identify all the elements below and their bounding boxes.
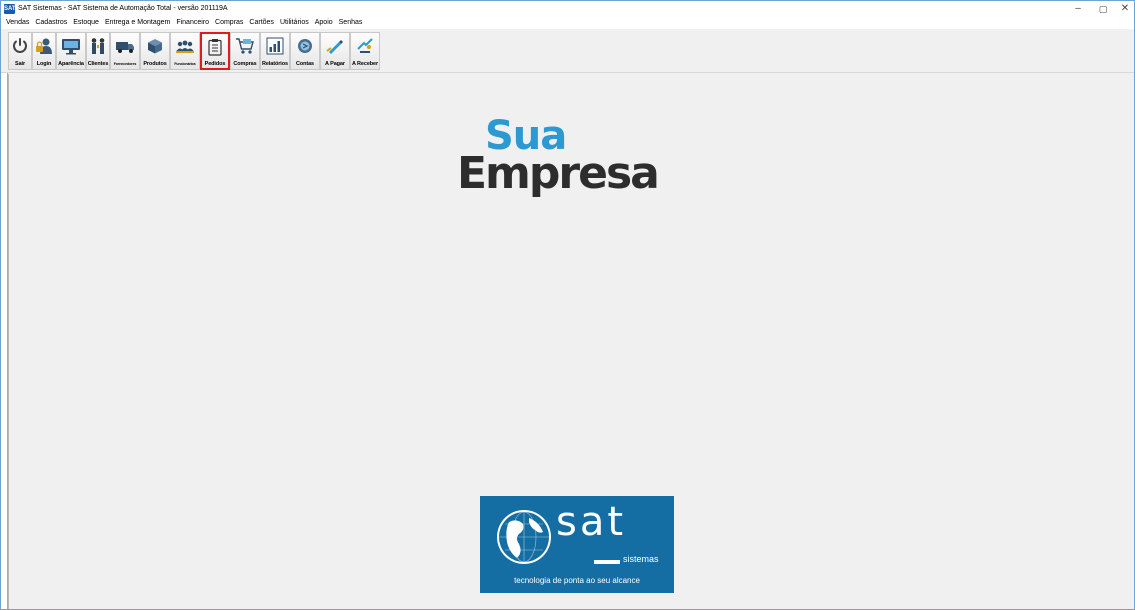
box-icon — [145, 36, 165, 56]
toolbar-buttons: Sair Login Aparência Clientes Fornecedor… — [8, 32, 380, 70]
menu-entrega-montagem[interactable]: Entrega e Montagem — [102, 17, 173, 29]
sat-sub-text: sistemas — [623, 554, 659, 564]
menu-apoio[interactable]: Apoio — [312, 17, 336, 29]
a-pagar-label: A Pagar — [325, 61, 345, 67]
menu-compras[interactable]: Compras — [212, 17, 246, 29]
minimize-button[interactable]: – — [1067, 1, 1089, 17]
a-pagar-button[interactable]: A Pagar — [320, 32, 350, 70]
funcionarios-label: Funcionários — [174, 62, 196, 66]
sat-tagline: tecnologia de ponta ao seu alcance — [514, 576, 640, 585]
fornecedores-button[interactable]: Fornecedores — [110, 32, 140, 70]
relatorios-button[interactable]: Relatórios — [260, 32, 290, 70]
sat-dash — [594, 560, 620, 564]
power-icon — [10, 36, 30, 56]
produtos-button[interactable]: Produtos — [140, 32, 170, 70]
clientes-button[interactable]: Clientes — [86, 32, 110, 70]
relatorios-label: Relatórios — [262, 61, 288, 67]
sair-label: Sair — [15, 61, 25, 67]
compras-button[interactable]: Compras — [230, 32, 260, 70]
pedidos-button[interactable]: Pedidos — [200, 32, 230, 70]
menu-bar: Vendas Cadastros Estoque Entrega e Monta… — [1, 17, 1134, 29]
menu-estoque[interactable]: Estoque — [70, 17, 102, 29]
sat-logo: sat sistemas tecnologia de ponta ao seu … — [480, 496, 674, 593]
menu-vendas[interactable]: Vendas — [3, 17, 32, 29]
menu-cadastros[interactable]: Cadastros — [32, 17, 70, 29]
truck-icon — [115, 36, 135, 56]
a-receber-button[interactable]: A Receber — [350, 32, 380, 70]
compras-label: Compras — [233, 61, 257, 67]
app-window: SAT SAT Sistemas - SAT Sistema de Automa… — [0, 0, 1135, 610]
app-icon: SAT — [4, 4, 16, 14]
fornecedores-label: Fornecedores — [113, 62, 137, 66]
receive-icon — [355, 36, 375, 56]
login-button[interactable]: Login — [32, 32, 56, 70]
clients-icon — [88, 36, 108, 56]
monitor-icon — [61, 36, 81, 56]
maximize-button[interactable]: ▢ — [1092, 1, 1114, 17]
left-border — [1, 73, 8, 609]
logo-empresa-text: Empresa — [457, 148, 660, 199]
produtos-label: Produtos — [143, 61, 167, 67]
globe-icon — [495, 508, 553, 571]
menu-financeiro[interactable]: Financeiro — [173, 17, 212, 29]
sair-button[interactable]: Sair — [8, 32, 32, 70]
company-logo: Sua Empresa — [451, 116, 691, 211]
clipboard-icon — [205, 37, 225, 56]
window-title: SAT Sistemas - SAT Sistema de Automação … — [18, 5, 228, 12]
pen-pay-icon — [325, 36, 345, 56]
user-lock-icon — [34, 36, 54, 56]
bar-chart-icon — [265, 36, 285, 56]
contas-label: Contas — [295, 61, 315, 67]
contas-button[interactable]: Contas — [290, 32, 320, 70]
a-receber-label: A Receber — [351, 61, 379, 67]
funcionarios-button[interactable]: Funcionários — [170, 32, 200, 70]
coins-icon — [295, 36, 315, 56]
cart-icon — [235, 36, 255, 56]
clientes-label: Clientes — [87, 61, 109, 67]
login-label: Login — [36, 61, 52, 67]
aparencia-button[interactable]: Aparência — [56, 32, 86, 70]
team-icon — [175, 36, 195, 56]
close-button[interactable]: ✕ — [1114, 1, 1135, 17]
toolbar: Sair Login Aparência Clientes Fornecedor… — [1, 29, 1134, 73]
aparencia-label: Aparência — [58, 61, 84, 67]
menu-cartoes[interactable]: Cartões — [246, 17, 277, 29]
pedidos-label: Pedidos — [204, 61, 226, 67]
title-bar: SAT SAT Sistemas - SAT Sistema de Automa… — [1, 1, 1134, 17]
menu-utilitarios[interactable]: Utilitários — [277, 17, 312, 29]
menu-senhas[interactable]: Senhas — [336, 17, 366, 29]
sat-brand-text: sat — [556, 499, 627, 545]
